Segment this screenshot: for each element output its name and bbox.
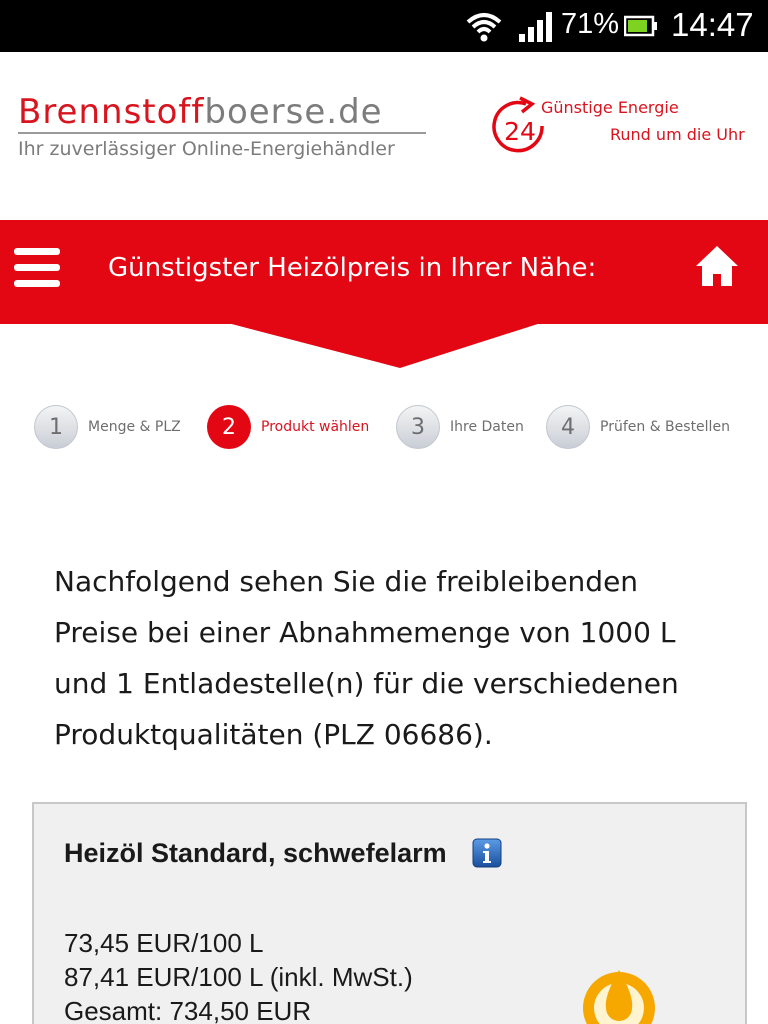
product-title: Heizöl Standard, schwefelarm	[64, 838, 447, 868]
step-number: 1	[34, 405, 78, 449]
site-tagline: Ihr zuverlässiger Online-Energiehändler	[18, 138, 395, 160]
logo-brand: Brennstoff	[18, 92, 205, 132]
step-label: Ihre Daten	[450, 419, 524, 435]
logo-underline	[18, 132, 426, 134]
wifi-icon	[466, 13, 502, 42]
badge-number: 24	[504, 117, 536, 146]
product-card[interactable]: Heizöl Standard, schwefelarm 73,45 EUR/1…	[32, 802, 747, 1024]
step-label: Prüfen & Bestellen	[600, 419, 730, 435]
logo-domain: boerse.de	[204, 92, 383, 132]
step-number: 4	[546, 405, 590, 449]
info-icon[interactable]	[472, 838, 502, 868]
clock-time: 14:47	[671, 6, 754, 43]
hamburger-menu-icon[interactable]	[14, 248, 64, 292]
step-your-data[interactable]: 3 Ihre Daten	[396, 404, 524, 450]
signal-icon	[519, 12, 552, 42]
step-label: Menge & PLZ	[88, 419, 181, 435]
intro-line: und 1 Entladestelle(n) für die verschied…	[54, 667, 679, 700]
step-label: Produkt wählen	[261, 419, 370, 435]
checkout-steps: 1 Menge & PLZ 2 Produkt wählen 3 Ihre Da…	[0, 404, 768, 454]
step-number: 3	[396, 405, 440, 449]
battery-percent: 71%	[561, 8, 620, 40]
oil-drop-icon	[583, 970, 655, 1024]
price-net: 73,45 EUR/100 L	[64, 928, 264, 958]
price-total: Gesamt: 734,50 EUR	[64, 996, 312, 1024]
intro-line: Nachfolgend sehen Sie die freibleibenden	[54, 565, 639, 598]
status-bar: 71% 14:47	[0, 0, 768, 52]
step-review-order[interactable]: 4 Prüfen & Bestellen	[546, 404, 730, 450]
nav-title: Günstigster Heizölpreis in Ihrer Nähe:	[108, 253, 597, 283]
step-number: 2	[207, 405, 251, 449]
battery-icon	[624, 15, 657, 37]
intro-line: Produktqualitäten (PLZ 06686).	[54, 718, 493, 751]
promo-line-2: Rund um die Uhr	[610, 125, 745, 144]
site-header: Brennstoffboerse.de Ihr zuverlässiger On…	[0, 52, 768, 220]
price-gross: 87,41 EUR/100 L (inkl. MwSt.)	[64, 962, 413, 992]
step-choose-product[interactable]: 2 Produkt wählen	[207, 404, 369, 450]
nav-bar-pointer	[224, 322, 544, 368]
site-logo[interactable]: Brennstoffboerse.de	[18, 92, 383, 132]
step-quantity-zip[interactable]: 1 Menge & PLZ	[34, 404, 181, 450]
home-icon[interactable]	[694, 244, 740, 288]
promo-line-1: Günstige Energie	[541, 98, 679, 117]
intro-text: Nachfolgend sehen Sie die freibleibenden…	[54, 556, 744, 760]
intro-line: Preise bei einer Abnahmemenge von 1000 L	[54, 616, 676, 649]
